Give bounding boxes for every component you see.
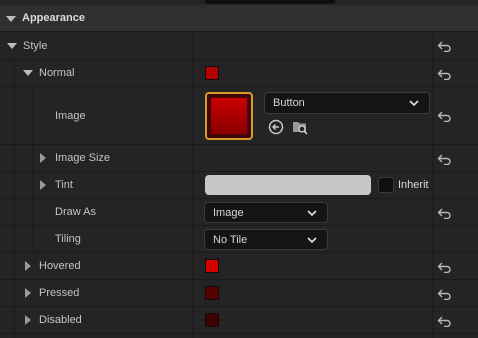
property-label-tint: Tint (55, 179, 73, 191)
chevron-down-icon (307, 209, 317, 216)
disabled-color-swatch[interactable] (205, 313, 219, 327)
image-asset-value: Button (273, 97, 305, 109)
property-row-image-size[interactable]: Image Size (0, 145, 478, 172)
collapse-arrow-icon[interactable] (23, 70, 33, 76)
expand-arrow-icon[interactable] (25, 315, 31, 325)
reset-arrow-icon[interactable] (437, 207, 451, 219)
reset-arrow-icon[interactable] (437, 261, 451, 273)
hovered-color-swatch[interactable] (205, 259, 219, 273)
property-row-pressed[interactable]: Pressed (0, 280, 478, 307)
draw-as-dropdown[interactable]: Image (204, 202, 328, 223)
property-label-draw-as: Draw As (55, 206, 96, 218)
tint-color-bar[interactable] (205, 175, 371, 195)
expand-arrow-icon[interactable] (40, 153, 46, 163)
find-in-content-browser-icon[interactable] (292, 119, 308, 135)
image-thumbnail[interactable] (205, 92, 253, 140)
reset-arrow-icon[interactable] (437, 315, 451, 327)
image-asset-dropdown[interactable]: Button (264, 92, 430, 114)
property-label-normal: Normal (39, 67, 75, 79)
tiling-dropdown[interactable]: No Tile (204, 229, 328, 250)
property-row-hovered[interactable]: Hovered (0, 253, 478, 280)
reset-arrow-icon[interactable] (437, 68, 451, 80)
browse-to-asset-icon[interactable] (268, 119, 284, 135)
property-label-image-size: Image Size (55, 152, 111, 164)
property-label-pressed: Pressed (39, 287, 80, 299)
details-panel: Appearance Style Normal Image Button Ima… (0, 0, 478, 338)
pressed-color-swatch[interactable] (205, 286, 219, 300)
tiling-value: No Tile (213, 233, 248, 246)
inherit-label: Inherit (398, 179, 429, 191)
draw-as-value: Image (213, 206, 244, 219)
expand-arrow-icon[interactable] (25, 261, 31, 271)
chevron-down-icon (409, 100, 419, 107)
collapse-arrow-icon[interactable] (7, 43, 17, 49)
collapse-arrow-icon[interactable] (6, 16, 16, 22)
property-label-image: Image (55, 110, 86, 122)
property-label-disabled: Disabled (39, 314, 82, 326)
property-label-style: Style (23, 40, 48, 52)
reset-arrow-icon[interactable] (437, 153, 451, 165)
property-row-style[interactable]: Style (0, 32, 478, 60)
property-row-normal[interactable]: Normal (0, 60, 478, 87)
expand-arrow-icon[interactable] (40, 180, 46, 190)
property-label-hovered: Hovered (39, 260, 81, 272)
toolbar-segment[interactable] (205, 0, 335, 4)
property-label-tiling: Tiling (55, 233, 81, 245)
expand-arrow-icon[interactable] (25, 288, 31, 298)
reset-arrow-icon[interactable] (437, 40, 451, 52)
category-appearance[interactable]: Appearance (0, 5, 478, 32)
category-title: Appearance (22, 12, 85, 24)
reset-arrow-icon[interactable] (437, 288, 451, 300)
normal-color-swatch[interactable] (205, 66, 219, 80)
chevron-down-icon (307, 236, 317, 243)
inherit-checkbox[interactable] (378, 177, 394, 193)
property-row-disabled[interactable]: Disabled (0, 307, 478, 334)
reset-arrow-icon[interactable] (437, 110, 451, 122)
button-texture-preview (210, 97, 248, 135)
